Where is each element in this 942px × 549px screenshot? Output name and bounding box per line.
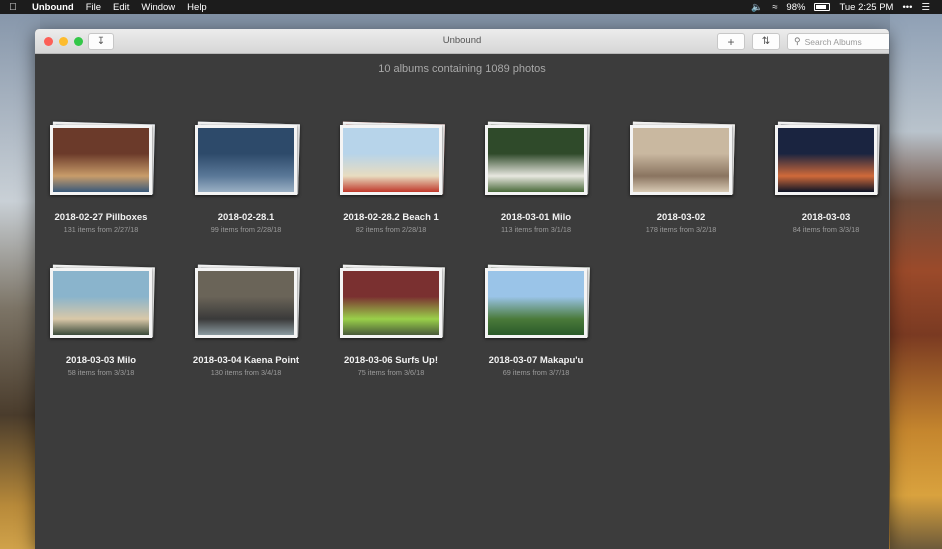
cover-photo [50, 268, 152, 338]
search-albums-field[interactable]: ⚲ Search Albums [787, 33, 889, 50]
album-name: 2018-02-27 Pillboxes [54, 212, 148, 223]
album-name: 2018-03-03 [801, 212, 851, 223]
album-meta: 131 items from 2/27/18 [63, 225, 139, 234]
album-meta: 130 items from 3/4/18 [210, 368, 282, 377]
album-thumbnail [195, 121, 300, 195]
desktop-wallpaper-right [890, 14, 942, 549]
album-meta: 84 items from 3/3/18 [792, 225, 860, 234]
volume-icon[interactable]: 🔈 [751, 2, 763, 13]
album-name: 2018-03-07 Makapu'u [488, 355, 584, 366]
clock[interactable]: Tue 2:25 PM [839, 2, 893, 13]
cover-photo [340, 268, 442, 338]
album-name: 2018-02-28.2 Beach 1 [343, 212, 439, 223]
album-meta: 178 items from 3/2/18 [645, 225, 717, 234]
album-thumbnail [485, 264, 590, 338]
menu-bar:  Unbound File Edit Window Help 🔈 ≈ 98% … [0, 0, 942, 14]
album-thumbnail [50, 264, 155, 338]
battery-icon[interactable] [814, 3, 831, 11]
albums-summary: 10 albums containing 1089 photos [378, 63, 546, 75]
menu-file[interactable]: File [80, 2, 107, 13]
sort-button[interactable]: ⇅ [752, 33, 780, 50]
album-thumbnail [340, 264, 445, 338]
menu-help[interactable]: Help [181, 2, 213, 13]
battery-percent[interactable]: 98% [786, 2, 805, 13]
sort-icon: ⇅ [761, 36, 771, 47]
apple-menu-icon[interactable]:  [0, 2, 26, 13]
menu-window[interactable]: Window [135, 2, 181, 13]
menu-edit[interactable]: Edit [107, 2, 135, 13]
status-area: 🔈 ≈ 98% Tue 2:25 PM ••• ☰ [751, 2, 942, 13]
album-grid-area: 10 albums containing 1089 photos 2018-02… [35, 54, 889, 549]
album-thumbnail [50, 121, 155, 195]
cover-photo [195, 125, 297, 195]
album-meta: 113 items from 3/1/18 [500, 225, 572, 234]
menu-app-name[interactable]: Unbound [26, 2, 80, 13]
cover-photo [50, 125, 152, 195]
more-menu-icon[interactable]: ••• [902, 2, 912, 13]
album-thumbnail [195, 264, 300, 338]
album-meta: 58 items from 3/3/18 [67, 368, 135, 377]
album-thumbnail [340, 121, 445, 195]
album-meta: 99 items from 2/28/18 [210, 225, 282, 234]
album-thumbnail [630, 121, 735, 195]
cover-photo [195, 268, 297, 338]
album-name: 2018-03-06 Surfs Up! [344, 355, 438, 366]
desktop-wallpaper-left [0, 14, 40, 549]
cover-photo [630, 125, 732, 195]
wifi-icon[interactable]: ≈ [772, 2, 777, 13]
cover-photo [775, 125, 877, 195]
album-name: 2018-03-03 Milo [65, 355, 137, 366]
album-meta: 82 items from 2/28/18 [355, 225, 427, 234]
cover-photo [485, 125, 587, 195]
cover-photo [485, 268, 587, 338]
album-thumbnail [485, 121, 590, 195]
album-meta: 69 items from 3/7/18 [502, 368, 570, 377]
title-bar: ↧ Unbound + ⇅ ⚲ Search Albums [35, 29, 889, 54]
album-name: 2018-03-04 Kaena Point [192, 355, 300, 366]
album-name: 2018-03-01 Milo [500, 212, 572, 223]
cover-photo [340, 125, 442, 195]
add-album-button[interactable]: + [717, 33, 745, 50]
album-meta: 75 items from 3/6/18 [357, 368, 425, 377]
search-placeholder: Search Albums [804, 36, 862, 47]
app-window: ↧ Unbound + ⇅ ⚲ Search Albums 10 albums … [35, 29, 889, 549]
album-thumbnail [775, 121, 880, 195]
album-name: 2018-02-28.1 [217, 212, 275, 223]
search-icon: ⚲ [794, 36, 801, 46]
album-name: 2018-03-02 [656, 212, 706, 223]
control-center-icon[interactable]: ☰ [921, 2, 930, 13]
